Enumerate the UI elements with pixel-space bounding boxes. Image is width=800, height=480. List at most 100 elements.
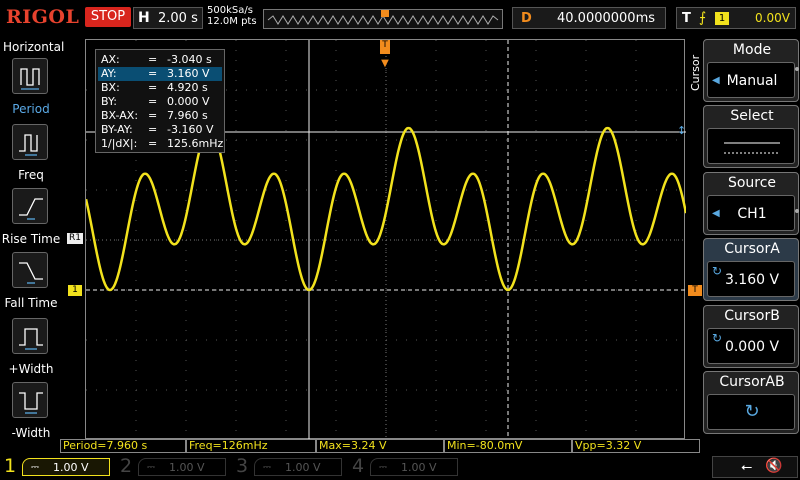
channel-3[interactable]: 3 ⎓ 1.00 V — [232, 455, 344, 478]
memory-waveform-icon — [267, 10, 499, 25]
measure-rise-time-label: Rise Time — [1, 232, 61, 246]
dc-coupling-icon: ⎓ — [263, 462, 271, 473]
cursor-row-bx: BX: = 4.920 s — [101, 81, 221, 95]
channel-settings: ⎓ 1.00 V — [370, 458, 458, 476]
softkey-title: CursorB — [724, 308, 780, 324]
trigger-box[interactable]: T ⨍ 1 0.00V — [676, 7, 796, 29]
timebase-value: 2.00 s — [158, 11, 198, 26]
cursor-key: BY-AY: — [101, 123, 133, 136]
rise-time-icon — [12, 188, 48, 224]
softkey-title: Source — [727, 175, 777, 191]
measure-neg-width[interactable]: -Width — [0, 382, 62, 446]
softkey-value: Manual — [726, 73, 778, 89]
softkey-value-box: ↻ 3.160 V — [707, 261, 795, 297]
measure-fall-time[interactable]: Fall Time — [0, 252, 62, 316]
cursor-lines-icon — [724, 142, 780, 154]
measure-fall-time-label: Fall Time — [4, 296, 58, 310]
timebase-label: H — [138, 10, 150, 26]
measure-period-result: Period=7.960 s — [60, 439, 186, 453]
run-stop-badge[interactable]: STOP — [85, 7, 131, 27]
measure-freq[interactable]: Freq — [0, 124, 62, 188]
memory-overview — [263, 9, 503, 29]
rigol-logo: RIGOL — [6, 6, 80, 28]
usb-icon: ⭠ — [741, 459, 753, 475]
cursor-eq: = — [148, 109, 158, 122]
cursor-key: 1/|dX|: — [101, 137, 138, 150]
cursor-row-bx-ax: BX-AX: = 7.960 s — [101, 109, 221, 123]
ch1-offset-marker[interactable]: 1 — [68, 285, 82, 296]
trigger-position-marker[interactable]: T — [380, 40, 390, 54]
cursor-select-softkey[interactable]: Select — [703, 105, 799, 168]
measure-freq-result: Freq=126mHz — [186, 439, 316, 453]
cursor-b-softkey[interactable]: CursorB ↻ 0.000 V — [703, 305, 799, 368]
channel-number: 2 — [120, 455, 133, 477]
sound-muted-icon[interactable]: 🔇 — [765, 458, 782, 474]
channel-number: 3 — [236, 455, 249, 477]
cursor-mode-softkey[interactable]: Mode ◀ Manual — [703, 39, 799, 102]
trigger-position-arrow-icon: ▼ — [381, 58, 389, 69]
timebase-box[interactable]: H 2.00 s — [133, 7, 203, 29]
channel-scale: 1.00 V — [285, 461, 321, 474]
cursor-eq: = — [148, 53, 158, 66]
softkey-value-box: ↻ — [707, 394, 795, 430]
rising-edge-icon: ⨍ — [699, 10, 707, 26]
ref-r1-marker[interactable]: R1 — [67, 233, 83, 244]
measure-rise-time[interactable]: Rise Time — [0, 188, 62, 252]
measure-neg-width-label: -Width — [11, 426, 51, 440]
top-status-bar: RIGOL STOP H 2.00 s 500kSa/s 12.0M pts D… — [0, 0, 800, 38]
cursor-source-softkey[interactable]: Source ◀ CH1 — [703, 172, 799, 235]
measure-period[interactable]: Period — [0, 58, 62, 122]
channel-1[interactable]: 1 ⎓ 1.00 V — [0, 455, 112, 478]
channel-bar: 1 ⎓ 1.00 V 2 ⎓ 1.00 V 3 ⎓ 1.00 V 4 ⎓ 1.0… — [0, 453, 800, 480]
trigger-source: 1 — [715, 12, 729, 25]
cursor-row-ax: AX: = -3.040 s — [101, 53, 221, 67]
cursor-eq: = — [148, 67, 158, 80]
cursor-eq: = — [148, 81, 158, 94]
menu-side-label: Cursor — [689, 54, 702, 91]
softkey-value: 3.160 V — [724, 272, 780, 288]
measure-max-result: Max=3.24 V — [316, 439, 444, 453]
softkey-value: CH1 — [737, 206, 767, 222]
channel-number: 4 — [352, 455, 365, 477]
cursor-a-softkey[interactable]: CursorA ↻ 3.160 V — [703, 238, 799, 301]
cursor-row-inv-dx: 1/|dX|: = 125.6mHz — [101, 137, 223, 151]
channel-scale: 1.00 V — [169, 461, 205, 474]
softkey-value-box: ◀ CH1 — [707, 195, 795, 231]
knob-icon: ↻ — [744, 401, 760, 422]
menu-title: Horizontal — [3, 40, 65, 54]
softkey-value-box: ◀ Manual — [707, 62, 795, 98]
channel-scale: 1.00 V — [401, 461, 437, 474]
cursor-value: 3.160 V — [167, 67, 210, 80]
cursor-ab-softkey[interactable]: CursorAB ↻ — [703, 371, 799, 434]
delay-box[interactable]: D 40.0000000ms — [512, 7, 666, 29]
cursor-key: BX: — [101, 81, 120, 94]
channel-settings: ⎓ 1.00 V — [22, 458, 110, 476]
channel-4[interactable]: 4 ⎓ 1.00 V — [348, 455, 460, 478]
measure-pos-width[interactable]: +Width — [0, 318, 62, 382]
measurement-bar: Period=7.960 s Freq=126mHz Max=3.24 V Mi… — [60, 439, 700, 453]
cursor-value: 7.960 s — [167, 109, 208, 122]
softkey-title: Mode — [732, 42, 772, 58]
measure-vpp-result: Vpp=3.32 V — [572, 439, 700, 453]
delay-label: D — [521, 11, 532, 26]
trigger-level: 0.00V — [755, 11, 790, 25]
cursor-b-marker[interactable]: ↕ — [677, 125, 686, 136]
softkey-dot — [795, 67, 799, 71]
softkey-title: Select — [730, 108, 774, 124]
softkey-title: CursorA — [724, 241, 780, 257]
cursor-value: 4.920 s — [167, 81, 208, 94]
cursor-eq: = — [148, 95, 158, 108]
channel-2[interactable]: 2 ⎓ 1.00 V — [116, 455, 228, 478]
horizontal-measure-menu: Horizontal Period Freq Rise Time Fall Ti… — [0, 38, 65, 440]
period-icon — [12, 58, 48, 94]
trigger-label: T — [682, 11, 691, 26]
cursor-value: -3.040 s — [167, 53, 212, 66]
delay-value: 40.0000000ms — [557, 11, 656, 26]
cursor-value: 0.000 V — [167, 95, 210, 108]
cursor-key: AX: — [101, 53, 120, 66]
trigger-level-marker[interactable]: T — [688, 285, 702, 296]
memory-depth: 12.0M pts — [207, 16, 257, 27]
cursor-readout-panel: AX: = -3.040 s AY: = 3.160 V BX: = 4.920 s BY:… — [95, 49, 225, 153]
softkey-value: 0.000 V — [724, 339, 780, 355]
dc-coupling-icon: ⎓ — [31, 462, 39, 473]
